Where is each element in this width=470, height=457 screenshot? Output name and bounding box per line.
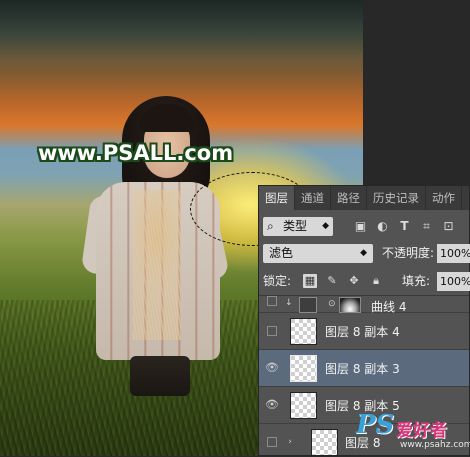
lock-transparent-pixels-icon[interactable]: ▦ (303, 274, 317, 288)
lock-position-icon[interactable]: ✥ (347, 274, 361, 288)
girl-legs (130, 356, 190, 396)
expand-arrow-icon[interactable]: › (283, 435, 297, 449)
shape-filter-icon[interactable]: ⌗ (419, 219, 434, 234)
opacity-label: 不透明度: (382, 246, 435, 260)
lock-image-pixels-icon[interactable]: ✎ (325, 274, 339, 288)
layer-row[interactable]: 图层 8 副本 4 (259, 313, 469, 350)
tab-history[interactable]: 历史记录 (367, 186, 426, 210)
visibility-toggle[interactable] (267, 326, 277, 336)
layer-name: 图层 8 副本 4 (325, 325, 400, 339)
filter-row: ⌕ 类型 ◆ ▣ ◐ T ⌗ ⊡ (259, 215, 469, 239)
watermark-url: www.psahz.com (400, 440, 470, 450)
opacity-input[interactable]: 100% (437, 244, 470, 263)
watermark-logo: PS 爱好者 www.psahz.com (356, 410, 470, 454)
filter-kind-label: 类型 (283, 219, 308, 233)
reed-bouquet (133, 190, 181, 340)
watermark-cn: 爱好者 (396, 421, 447, 441)
visibility-toggle[interactable] (267, 296, 277, 306)
lock-label: 锁定: (263, 274, 292, 288)
curves-thumbnail (299, 297, 317, 313)
layer-thumbnail (290, 355, 317, 382)
smart-object-filter-icon[interactable]: ⊡ (441, 219, 456, 234)
clip-arrow-icon: ↓ (285, 298, 293, 308)
eye-icon[interactable]: 👁︎ (265, 398, 279, 412)
blend-mode-value: 滤色 (269, 246, 294, 260)
layer-thumbnail (311, 429, 338, 456)
tab-channels[interactable]: 通道 (295, 186, 331, 210)
blend-mode-select[interactable]: 滤色 ◆ (263, 244, 373, 263)
image-filter-icon[interactable]: ▣ (353, 219, 368, 234)
tab-paths[interactable]: 路径 (331, 186, 367, 210)
tab-layers[interactable]: 图层 (259, 186, 295, 210)
search-icon: ⌕ (267, 219, 274, 233)
panel-tab-bar: 图层 通道 路径 历史记录 动作 (259, 186, 469, 210)
fill-label: 填充: (402, 274, 431, 288)
lock-row: 锁定: ▦ ✎ ✥ 🔒︎ 填充: 100% (259, 270, 470, 294)
layer-thumbnail (290, 318, 317, 345)
filter-kind-select[interactable]: ⌕ 类型 ◆ (263, 217, 333, 236)
eye-icon[interactable]: 👁︎ (265, 361, 279, 375)
chevron-down-icon: ◆ (360, 248, 367, 258)
tab-actions[interactable]: 动作 (426, 186, 462, 210)
layer-mask-thumbnail (339, 297, 361, 313)
watermark-site: www.PSALL.com (38, 141, 234, 165)
layer-row[interactable]: ↓ ⊙ 曲线 4 (259, 296, 469, 314)
chevron-down-icon: ◆ (322, 221, 329, 231)
workspace-background (363, 0, 470, 185)
watermark-ps: PS (356, 410, 395, 440)
layer-thumbnail (290, 392, 317, 419)
visibility-toggle[interactable] (267, 437, 277, 447)
layer-name: 图层 8 副本 3 (325, 362, 400, 376)
adjustment-filter-icon[interactable]: ◐ (375, 219, 390, 234)
layer-row-selected[interactable]: 👁︎ 图层 8 副本 3 (259, 350, 469, 387)
link-icon: ⊙ (328, 299, 336, 309)
fill-input[interactable]: 100% (437, 272, 470, 291)
type-filter-icon[interactable]: T (397, 219, 412, 234)
blend-row: 滤色 ◆ 不透明度: 100% (259, 242, 470, 266)
lock-all-icon[interactable]: 🔒︎ (369, 274, 383, 288)
